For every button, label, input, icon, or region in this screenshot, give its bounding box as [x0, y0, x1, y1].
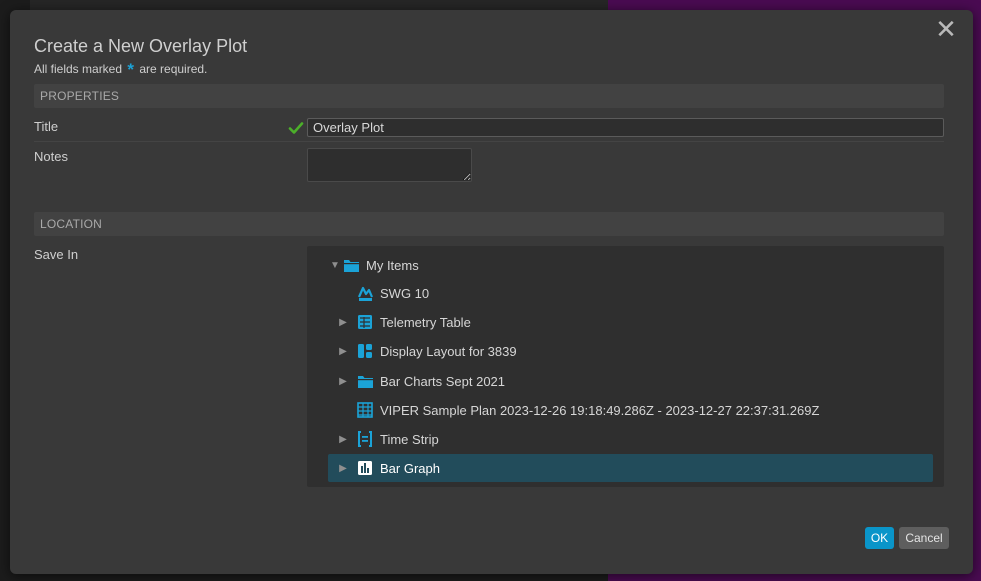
tree-item-label: Time Strip — [380, 431, 439, 447]
plan-table-icon — [356, 401, 374, 419]
properties-section-header: PROPERTIES — [34, 84, 944, 108]
display-layout-icon — [356, 342, 374, 360]
required-note-suffix: are required. — [139, 62, 208, 76]
tree-item-label: Bar Graph — [380, 460, 440, 476]
ok-button[interactable]: OK — [865, 527, 894, 549]
location-section-header: LOCATION — [34, 212, 944, 236]
dialog-title: Create a New Overlay Plot — [34, 36, 248, 56]
notes-label: Notes — [34, 149, 68, 164]
title-label: Title — [34, 119, 59, 134]
field-divider — [34, 141, 944, 142]
tree-item-viper-sample-plan[interactable]: VIPER Sample Plan 2023-12-26 19:18:49.28… — [328, 396, 933, 424]
tree-item-swg-10[interactable]: SWG 10 — [328, 279, 933, 307]
save-location-tree: ▼ My Items SWG 10 ▶ Telemetry Table ▶ Di… — [307, 246, 944, 487]
tree-item-label: Display Layout for 3839 — [380, 343, 517, 359]
background-window-edge — [30, 0, 608, 10]
tree-item-time-strip[interactable]: ▶ Time Strip — [328, 425, 933, 453]
tree-item-telemetry-table[interactable]: ▶ Telemetry Table — [328, 308, 933, 336]
required-note-prefix: All fields marked — [34, 62, 123, 76]
notes-textarea[interactable] — [307, 148, 472, 182]
close-icon[interactable]: ✕ — [935, 16, 957, 42]
collapsed-arrow-icon[interactable]: ▶ — [336, 461, 350, 475]
bar-graph-icon — [356, 459, 374, 477]
required-asterisk-icon: * — [127, 60, 134, 79]
tree-item-label: Telemetry Table — [380, 314, 471, 330]
tree-item-label: VIPER Sample Plan 2023-12-26 19:18:49.28… — [380, 402, 820, 418]
tree-item-label: My Items — [366, 257, 419, 273]
required-fields-note: All fields marked * are required. — [34, 60, 207, 80]
save-in-label: Save In — [34, 247, 79, 262]
tree-item-my-items[interactable]: ▼ My Items — [328, 251, 933, 279]
expanded-arrow-icon[interactable]: ▼ — [328, 258, 342, 272]
collapsed-arrow-icon[interactable]: ▶ — [336, 374, 350, 388]
folder-icon — [356, 372, 374, 390]
tree-item-display-layout[interactable]: ▶ Display Layout for 3839 — [328, 337, 933, 365]
collapsed-arrow-icon[interactable]: ▶ — [336, 432, 350, 446]
cancel-button[interactable]: Cancel — [899, 527, 949, 549]
tree-item-label: SWG 10 — [380, 285, 430, 301]
tree-item-label: Bar Charts Sept 2021 — [380, 373, 506, 389]
collapsed-arrow-icon[interactable]: ▶ — [336, 344, 350, 358]
collapsed-arrow-icon[interactable]: ▶ — [336, 315, 350, 329]
tree-item-bar-charts-folder[interactable]: ▶ Bar Charts Sept 2021 — [328, 367, 933, 395]
title-input[interactable] — [307, 118, 944, 137]
valid-check-icon — [288, 122, 304, 134]
telemetry-table-icon — [356, 313, 374, 331]
folder-icon — [342, 256, 360, 274]
time-strip-icon — [356, 430, 374, 448]
tree-item-bar-graph[interactable]: ▶ Bar Graph — [328, 454, 933, 482]
swg-icon — [356, 284, 374, 302]
